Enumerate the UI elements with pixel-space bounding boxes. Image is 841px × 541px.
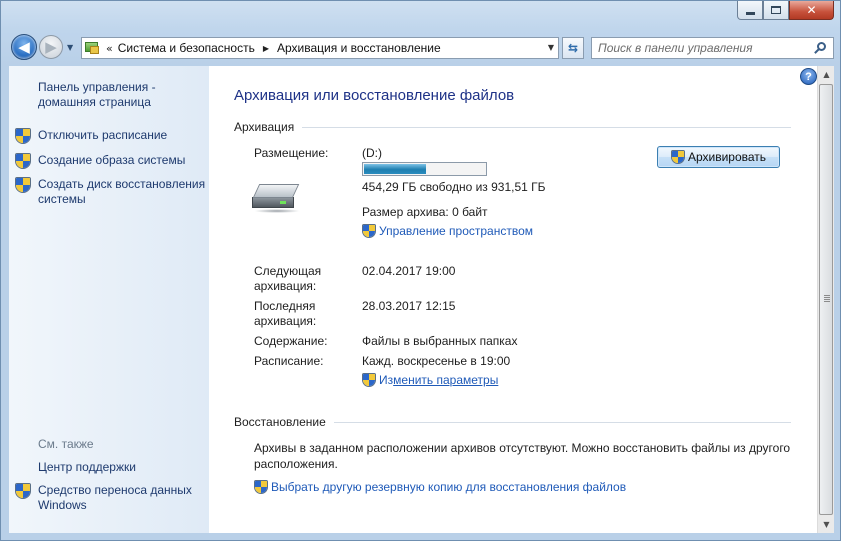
action-center-link[interactable]: Центр поддержки (38, 460, 136, 474)
task-pane: Панель управления - домашняя страница От… (9, 66, 209, 533)
drive-name: (D:) (362, 146, 382, 160)
task-label: Средство переноса данных Windows (38, 483, 192, 512)
next-backup-value: 02.04.2017 19:00 (362, 264, 456, 278)
section-title: Восстановление (234, 415, 326, 429)
search-icon[interactable] (814, 41, 827, 55)
uac-shield-icon (15, 483, 31, 499)
breadcrumb-separator-icon[interactable]: ▶ (263, 44, 269, 53)
forward-arrow-icon: ▶ (45, 37, 57, 56)
contents-value: Файлы в выбранных папках (362, 334, 518, 348)
breadcrumb-system-security[interactable]: Система и безопасность (118, 41, 255, 55)
hard-drive-icon (252, 184, 302, 214)
scroll-down-icon[interactable]: ▼ (818, 516, 835, 533)
minimize-icon (745, 11, 755, 15)
uac-shield-icon (254, 480, 268, 494)
schedule-label: Расписание: (254, 354, 324, 368)
uac-shield-icon (15, 177, 31, 193)
page-title: Архивация или восстановление файлов (234, 87, 515, 104)
address-overflow-chevron[interactable]: « (106, 42, 113, 55)
forward-button[interactable]: ▶ (39, 35, 63, 59)
recent-pages-dropdown[interactable]: ▼ (67, 43, 73, 52)
restore-message: Архивы в заданном расположении архивов о… (254, 441, 791, 471)
backup-now-label: Архивировать (687, 150, 767, 164)
maximize-button[interactable] (763, 1, 789, 20)
scrollbar-thumb[interactable] (819, 84, 833, 515)
manage-space-label: Управление пространством (379, 224, 534, 238)
manage-space-link[interactable]: Управление пространством (362, 224, 533, 238)
caption-buttons: ✕ (737, 1, 834, 20)
contents-label: Содержание: (254, 334, 328, 348)
free-space-text: 454,29 ГБ свободно из 931,51 ГБ (362, 180, 546, 194)
change-settings-label: менить параметры (393, 373, 499, 387)
minimize-button[interactable] (737, 1, 763, 20)
refresh-button[interactable]: ⇆ (562, 37, 584, 59)
close-icon: ✕ (806, 3, 817, 17)
close-button[interactable]: ✕ (789, 1, 834, 20)
back-button[interactable]: ◀ (11, 34, 37, 60)
search-box[interactable]: Поиск в панели управления (591, 37, 834, 59)
section-divider (333, 421, 791, 423)
backup-section-header: Архивация (234, 120, 791, 134)
window-frame: ✕ ◀ ▶ ▼ « Система и безопасность ▶ Архив… (0, 0, 841, 541)
uac-shield-icon (670, 150, 685, 164)
last-backup-value: 28.03.2017 12:15 (362, 299, 456, 313)
control-panel-icon (84, 40, 102, 56)
schedule-value: Кажд. воскресенье в 19:00 (362, 354, 511, 368)
vertical-scrollbar[interactable]: ▲ ▼ (817, 66, 834, 533)
control-panel-home-link[interactable]: Панель управления - домашняя страница (38, 80, 203, 110)
last-backup-label: Последняя архивация: (254, 299, 317, 328)
uac-shield-icon (15, 128, 31, 144)
backup-size-text: Размер архива: 0 байт (362, 205, 488, 219)
breadcrumb-backup-restore[interactable]: Архивация и восстановление (277, 41, 441, 55)
task-label: Создание образа системы (38, 153, 186, 167)
maximize-icon (771, 6, 781, 14)
see-also-heading: См. также (38, 437, 94, 451)
uac-shield-icon (362, 373, 376, 387)
scroll-up-icon[interactable]: ▲ (818, 66, 835, 83)
change-settings-prefix: Из (379, 373, 394, 387)
task-create-recovery-disc[interactable]: Создать диск восстановления системы (15, 177, 213, 207)
task-create-system-image[interactable]: Создание образа системы (15, 153, 213, 169)
drive-usage-bar (362, 162, 487, 176)
task-disable-schedule[interactable]: Отключить расписание (15, 128, 213, 144)
main-content: Архивация или восстановление файлов Архи… (209, 66, 817, 533)
section-title: Архивация (234, 120, 295, 134)
change-settings-link[interactable]: Из менить параметры (362, 373, 498, 387)
location-label: Размещение: (254, 146, 329, 160)
section-divider (302, 126, 791, 128)
address-dropdown-icon[interactable]: ▼ (548, 43, 554, 52)
navigation-bar: ◀ ▶ ▼ « Система и безопасность ▶ Архивац… (1, 31, 841, 63)
task-label: Отключить расписание (38, 128, 168, 142)
uac-shield-icon (362, 224, 376, 238)
address-bar[interactable]: « Система и безопасность ▶ Архивация и в… (81, 37, 559, 59)
next-backup-label: Следующая архивация: (254, 264, 322, 293)
easy-transfer-link[interactable]: Средство переноса данных Windows (15, 483, 198, 513)
uac-shield-icon (15, 153, 31, 169)
restore-section-header: Восстановление (234, 415, 791, 429)
back-arrow-icon: ◀ (18, 37, 30, 56)
drive-usage-fill (364, 164, 426, 174)
refresh-icon: ⇆ (567, 41, 579, 55)
search-input[interactable]: Поиск в панели управления (598, 41, 753, 55)
select-other-backup-link[interactable]: Выбрать другую резервную копию для восст… (254, 480, 626, 494)
backup-now-button[interactable]: Архивировать (657, 146, 780, 168)
select-other-backup-label: Выбрать другую резервную копию для восст… (271, 480, 627, 494)
help-icon[interactable]: ? (800, 68, 817, 85)
task-label: Создать диск восстановления системы (38, 177, 206, 206)
